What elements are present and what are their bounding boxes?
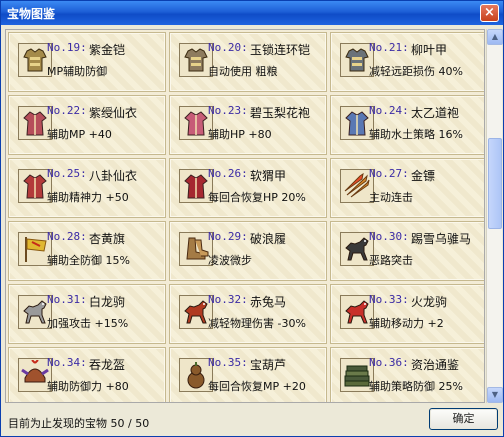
treasure-card[interactable]: No.33: 火龙驹辅助移动力 +2 xyxy=(330,284,484,344)
treasure-card[interactable]: No.29: 破浪履凌波微步 xyxy=(169,221,327,281)
treasure-card[interactable]: No.27: 金镖主动连击 xyxy=(330,158,484,218)
treasure-effect: MP辅助防御 xyxy=(47,65,108,78)
found-count-status: 目前为止发现的宝物 50 / 50 xyxy=(8,417,150,430)
treasure-number: No.22: xyxy=(47,104,87,117)
treasure-name: 金镖 xyxy=(411,169,436,183)
treasure-name: 紫绶仙衣 xyxy=(89,106,138,120)
treasure-effect: 辅助移动力 +2 xyxy=(369,317,444,330)
title-bar[interactable]: 宝物图鉴 × xyxy=(1,1,503,25)
vertical-scrollbar[interactable]: ▲ ▼ xyxy=(486,29,503,403)
treasure-card[interactable]: No.26: 软猬甲每回合恢复HP 20% xyxy=(169,158,327,218)
treasure-name: 资治通鉴 xyxy=(411,358,460,372)
treasure-card[interactable]: No.24: 太乙道袍辅助水土策略 16% xyxy=(330,95,484,155)
treasure-number: No.32: xyxy=(208,293,248,306)
treasure-card[interactable]: No.28: 杏黄旗辅助全防御 15% xyxy=(8,221,166,281)
window-title: 宝物图鉴 xyxy=(7,7,56,21)
treasure-number: No.30: xyxy=(369,230,409,243)
treasure-name: 吞龙盔 xyxy=(89,358,126,372)
treasure-effect: 加强攻击 +15% xyxy=(47,317,129,330)
treasure-number: No.33: xyxy=(369,293,409,306)
treasure-name: 杏黄旗 xyxy=(89,232,126,246)
treasure-number: No.26: xyxy=(208,167,248,180)
treasure-effect: 辅助全防御 15% xyxy=(47,254,130,267)
treasure-name: 太乙道袍 xyxy=(411,106,460,120)
scroll-up-button[interactable]: ▲ xyxy=(487,29,503,45)
scroll-down-button[interactable]: ▼ xyxy=(487,387,503,403)
treasure-effect: 每回合恢复HP 20% xyxy=(208,191,306,204)
treasure-card[interactable]: No.20: 玉锁连环铠自动使用 粗粮 xyxy=(169,32,327,92)
treasure-card[interactable]: No.34: 吞龙盔辅助防御力 +80 xyxy=(8,347,166,402)
treasure-effect: 恶路突击 xyxy=(369,254,413,267)
treasure-card[interactable]: No.32: 赤兔马减轻物理伤害 -30% xyxy=(169,284,327,344)
ok-button[interactable]: 确定 xyxy=(429,408,498,430)
treasure-card[interactable]: No.23: 碧玉梨花袍辅助HP +80 xyxy=(169,95,327,155)
treasure-effect: 辅助水土策略 16% xyxy=(369,128,463,141)
treasure-card[interactable]: No.19: 紫金铠 MP辅助防御 xyxy=(8,32,166,92)
treasure-name: 赤兔马 xyxy=(250,295,287,309)
treasure-effect: 辅助精神力 +50 xyxy=(47,191,129,204)
treasure-number: No.20: xyxy=(208,41,248,54)
treasure-name: 宝葫芦 xyxy=(250,358,287,372)
treasure-effect: 辅助防御力 +80 xyxy=(47,380,129,393)
close-button[interactable]: × xyxy=(480,4,499,22)
treasure-number: No.34: xyxy=(47,356,87,369)
treasure-number: No.21: xyxy=(369,41,409,54)
treasure-number: No.36: xyxy=(369,356,409,369)
treasure-name: 玉锁连环铠 xyxy=(250,43,311,57)
treasure-effect: 凌波微步 xyxy=(208,254,252,267)
treasure-number: No.27: xyxy=(369,167,409,180)
treasure-catalog-window: 宝物图鉴 × No.19: 紫金铠 MP辅助防御 No.20: 玉锁连环铠自动使用 粗粮… xyxy=(0,0,504,437)
treasure-card[interactable]: No.31: 白龙驹加强攻击 +15% xyxy=(8,284,166,344)
treasure-card[interactable]: No.35: 宝葫芦每回合恢复MP +20 xyxy=(169,347,327,402)
treasure-number: No.23: xyxy=(208,104,248,117)
treasure-card[interactable]: No.36: 资治通鉴辅助策略防御 25% xyxy=(330,347,484,402)
treasure-effect: 减轻远距损伤 40% xyxy=(369,65,463,78)
treasure-grid: No.19: 紫金铠 MP辅助防御 No.20: 玉锁连环铠 自动使用 粗粮 No.21: 柳… xyxy=(8,32,484,402)
treasure-card[interactable]: No.30: 踢雪乌骓马恶路突击 xyxy=(330,221,484,281)
scroll-thumb[interactable] xyxy=(488,137,502,229)
treasure-number: No.25: xyxy=(47,167,87,180)
treasure-effect: 主动连击 xyxy=(369,191,413,204)
treasure-name: 火龙驹 xyxy=(411,295,448,309)
treasure-name: 软猬甲 xyxy=(250,169,287,183)
treasure-effect: 每回合恢复MP +20 xyxy=(208,380,306,393)
treasure-name: 白龙驹 xyxy=(89,295,126,309)
treasure-number: No.28: xyxy=(47,230,87,243)
treasure-effect: 减轻物理伤害 -30% xyxy=(208,317,306,330)
treasure-number: No.31: xyxy=(47,293,87,306)
treasure-number: No.19: xyxy=(47,41,87,54)
treasure-effect: 辅助HP +80 xyxy=(208,128,272,141)
treasure-name: 柳叶甲 xyxy=(411,43,448,57)
treasure-effect: 自动使用 粗粮 xyxy=(208,65,278,78)
treasure-name: 八卦仙衣 xyxy=(89,169,138,183)
treasure-number: No.29: xyxy=(208,230,248,243)
treasure-card[interactable]: No.21: 柳叶甲减轻远距损伤 40% xyxy=(330,32,484,92)
treasure-name: 踢雪乌骓马 xyxy=(411,232,472,246)
treasure-number: No.35: xyxy=(208,356,248,369)
treasure-name: 破浪履 xyxy=(250,232,287,246)
treasure-number: No.24: xyxy=(369,104,409,117)
treasure-card[interactable]: No.25: 八卦仙衣辅助精神力 +50 xyxy=(8,158,166,218)
treasure-effect: 辅助策略防御 25% xyxy=(369,380,463,393)
treasure-list: No.19: 紫金铠 MP辅助防御 No.20: 玉锁连环铠 自动使用 粗粮 No.21: 柳… xyxy=(5,29,485,403)
treasure-name: 碧玉梨花袍 xyxy=(250,106,311,120)
treasure-effect: 辅助MP +40 xyxy=(47,128,112,141)
treasure-name: 紫金铠 xyxy=(89,43,126,57)
treasure-card[interactable]: No.22: 紫绶仙衣辅助MP +40 xyxy=(8,95,166,155)
